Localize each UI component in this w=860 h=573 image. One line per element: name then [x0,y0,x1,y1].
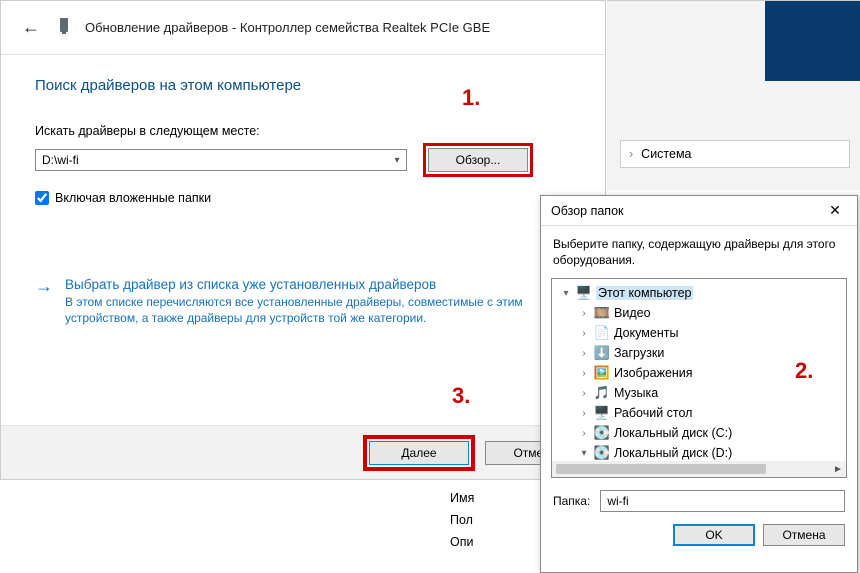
tree-node-label: Рабочий стол [614,406,692,420]
expander-icon[interactable]: › [578,428,590,439]
breadcrumb-label: Система [641,147,691,161]
window-title: Обновление драйверов - Контроллер семейс… [85,20,490,35]
annotation-step-3: 3. [452,383,470,409]
browse-folder-dialog: Обзор папок ✕ Выберите папку, содержащую… [540,195,858,573]
videos-icon: 🎞️ [594,305,610,321]
include-subfolders-input[interactable] [35,191,49,205]
tree-node-label: Локальный диск (D:) [614,446,732,460]
window-body: Поиск драйверов на этом компьютере Искат… [1,55,605,425]
arrow-right-icon: → [35,277,53,326]
expander-icon[interactable]: › [578,328,590,339]
include-subfolders-checkbox[interactable]: Включая вложенные папки [35,191,571,205]
browse-button[interactable]: Обзор... [428,148,528,172]
expander-icon[interactable]: › [578,408,590,419]
close-button[interactable]: ✕ [821,200,849,222]
pick-from-list-link[interactable]: → Выбрать драйвер из списка уже установл… [35,277,571,326]
pick-from-list-title: Выбрать драйвер из списка уже установлен… [65,277,535,292]
update-driver-window: ← Обновление драйверов - Контроллер семе… [0,0,606,480]
computer-icon: 🖥️ [576,285,592,301]
window-header: ← Обновление драйверов - Контроллер семе… [1,1,605,55]
annotation-step-1: 1. [462,85,480,111]
horizontal-scrollbar[interactable]: ◄ ► [552,461,846,477]
path-combobox[interactable]: ▾ [35,149,407,171]
expander-icon[interactable]: › [578,368,590,379]
path-input[interactable] [36,153,388,167]
tree-node-disk-c[interactable]: › 💽 Локальный диск (C:) [556,423,842,443]
disk-icon: 💽 [594,425,610,441]
downloads-icon: ⬇️ [594,345,610,361]
chevron-right-icon: › [629,147,633,161]
search-location-label: Искать драйверы в следующем месте: [35,124,571,138]
include-subfolders-label: Включая вложенные папки [55,191,211,205]
breadcrumb[interactable]: › Система [620,140,850,168]
bg-label-full: Пол [450,509,474,531]
dialog-title: Обзор папок [551,204,624,218]
chevron-down-icon[interactable]: ▾ [388,155,406,166]
tree-node-label: Локальный диск (C:) [614,426,732,440]
back-button[interactable]: ← [19,14,43,41]
expander-icon[interactable]: ▾ [560,288,572,299]
tree-node-label: Изображения [614,366,693,380]
next-button[interactable]: Далее [369,441,469,465]
tree-node-videos[interactable]: › 🎞️ Видео [556,303,842,323]
tree-node-disk-d[interactable]: ▾ 💽 Локальный диск (D:) [556,443,842,463]
bg-label-name: Имя [450,487,474,509]
tree-node-label: Документы [614,326,678,340]
cancel-button[interactable]: Отмена [763,524,845,546]
documents-icon: 📄 [594,325,610,341]
tree-node-label: Загрузки [614,346,664,360]
tree-node-documents[interactable]: › 📄 Документы [556,323,842,343]
expander-icon[interactable]: › [578,308,590,319]
dialog-description: Выберите папку, содержащую драйверы для … [541,226,857,268]
pick-from-list-desc: В этом списке перечисляются все установл… [65,294,535,326]
expander-icon[interactable]: › [578,388,590,399]
tree-node-this-pc[interactable]: ▾ 🖥️ Этот компьютер [556,283,842,303]
close-icon: ✕ [829,202,841,219]
dialog-titlebar: Обзор папок ✕ [541,196,857,226]
annotation-step-2: 2. [795,358,813,384]
tree-node-music[interactable]: › 🎵 Музыка [556,383,842,403]
music-icon: 🎵 [594,385,610,401]
expander-icon[interactable]: › [578,348,590,359]
scroll-right-icon[interactable]: ► [830,461,846,477]
device-icon [57,17,71,38]
expander-icon[interactable]: ▾ [578,448,590,459]
window-footer: Далее Отмена [1,425,605,479]
ok-button[interactable]: OK [673,524,755,546]
bg-label-desc: Опи [450,531,474,553]
desktop-icon: 🖥️ [594,405,610,421]
tree-node-label: Музыка [614,386,658,400]
background-labels: Имя Пол Опи [450,487,474,553]
tree-node-label: Видео [614,306,651,320]
folder-name-input[interactable] [600,490,845,512]
tree-node-desktop[interactable]: › 🖥️ Рабочий стол [556,403,842,423]
background-blue-strip [765,1,860,81]
tree-node-label: Этот компьютер [596,286,693,300]
disk-icon: 💽 [594,445,610,461]
page-title: Поиск драйверов на этом компьютере [35,77,571,94]
scrollbar-thumb[interactable] [556,464,766,474]
folder-field-label: Папка: [553,494,590,508]
pictures-icon: 🖼️ [594,365,610,381]
